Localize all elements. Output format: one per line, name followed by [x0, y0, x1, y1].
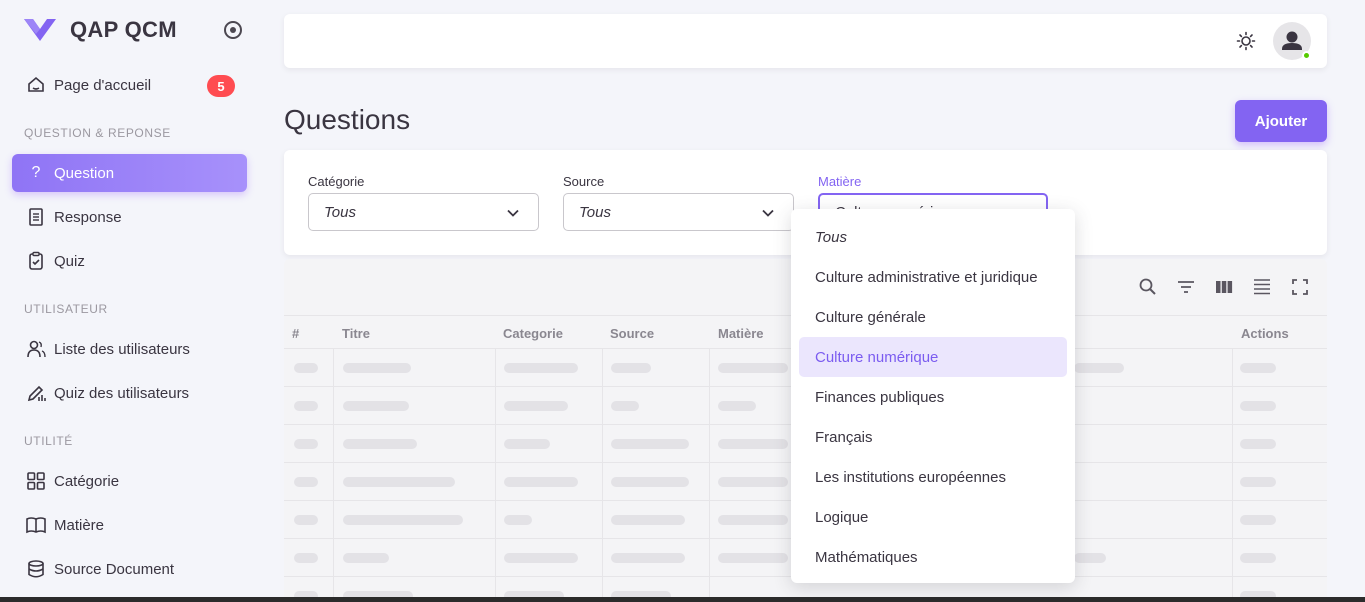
category-select[interactable]: Tous — [308, 193, 539, 231]
dropdown-option-tous[interactable]: Tous — [791, 217, 1067, 257]
sidebar-item-label: Quiz — [54, 252, 85, 270]
fullscreen-icon[interactable] — [1290, 277, 1310, 297]
clipboard-check-icon — [26, 251, 46, 271]
column-header-source[interactable]: Source — [610, 326, 654, 341]
category-filter-label: Catégorie — [308, 174, 365, 189]
sun-icon[interactable] — [1236, 31, 1256, 51]
pencil-chart-icon — [26, 383, 46, 403]
section-title-question-reponse: QUESTION & REPONSE — [24, 126, 171, 140]
sidebar-item-label: Catégorie — [54, 472, 120, 490]
source-select-value: Tous — [579, 203, 611, 221]
subject-dropdown-menu: Tous Culture administrative et juridique… — [791, 209, 1075, 583]
sidebar-item-users-list[interactable]: Liste des utilisateurs — [12, 330, 247, 368]
sidebar-item-users-quiz[interactable]: Quiz des utilisateurs — [12, 374, 247, 412]
category-select-value: Tous — [324, 203, 356, 221]
top-navbar — [284, 14, 1327, 68]
sidebar-collapse-toggle[interactable] — [224, 21, 242, 39]
brand[interactable]: QAP QCM — [22, 16, 177, 44]
section-title-utilite: UTILITÉ — [24, 434, 73, 448]
sidebar-item-source-document[interactable]: Source Document — [12, 550, 247, 588]
search-icon[interactable] — [1138, 277, 1158, 297]
dropdown-option-culture-generale[interactable]: Culture générale — [791, 297, 1067, 337]
chevron-down-icon — [507, 209, 519, 217]
column-header-index[interactable]: # — [292, 326, 299, 341]
sidebar-item-question[interactable]: ? Question — [12, 154, 247, 192]
column-header-subject[interactable]: Matière — [718, 326, 764, 341]
users-icon — [26, 339, 46, 359]
dropdown-option-logique[interactable]: Logique — [791, 497, 1067, 537]
sidebar-item-label: Source Document — [54, 560, 175, 578]
chevron-down-icon — [762, 209, 774, 217]
columns-icon[interactable] — [1214, 277, 1234, 297]
grid-icon — [26, 471, 46, 491]
sidebar-item-label: Question — [54, 164, 115, 182]
page-title: Questions — [284, 104, 411, 135]
dropdown-option-francais[interactable]: Français — [791, 417, 1067, 457]
brand-name: QAP QCM — [70, 17, 177, 42]
source-select[interactable]: Tous — [563, 193, 794, 231]
filter-icon[interactable] — [1176, 277, 1196, 297]
dropdown-option-culture-administrative[interactable]: Culture administrative et juridique — [791, 257, 1067, 297]
section-title-utilisateur: UTILISATEUR — [24, 302, 108, 316]
sidebar: QAP QCM Page d'accueil 5 QUESTION & REPO… — [0, 0, 260, 602]
sidebar-item-category[interactable]: Catégorie — [12, 462, 247, 500]
sidebar-item-label: Page d'accueil — [54, 76, 152, 94]
receipt-icon — [26, 207, 46, 227]
taskbar-edge — [0, 597, 1365, 602]
sidebar-item-response[interactable]: Response — [12, 198, 247, 236]
home-icon — [26, 75, 46, 95]
dropdown-option-finances-publiques[interactable]: Finances publiques — [791, 377, 1067, 417]
sidebar-item-label: Response — [54, 208, 122, 226]
column-header-title[interactable]: Titre — [342, 326, 370, 341]
source-filter-label: Source — [563, 174, 605, 189]
question-icon: ? — [31, 164, 41, 181]
density-icon[interactable] — [1252, 277, 1272, 297]
dropdown-option-mathematiques[interactable]: Mathématiques — [791, 537, 1067, 577]
sidebar-item-quiz[interactable]: Quiz — [12, 242, 247, 280]
sidebar-item-label: Quiz des utilisateurs — [54, 384, 190, 402]
add-button[interactable]: Ajouter — [1235, 100, 1327, 142]
sidebar-item-home[interactable]: Page d'accueil 5 — [12, 66, 247, 104]
sidebar-item-label: Matière — [54, 516, 105, 534]
logo-icon — [24, 19, 56, 41]
dropdown-option-institutions-europeennes[interactable]: Les institutions européennes — [791, 457, 1067, 497]
subject-filter-label: Matière — [818, 174, 862, 189]
book-icon — [26, 515, 46, 535]
database-icon — [26, 559, 46, 579]
column-header-category[interactable]: Categorie — [503, 326, 563, 341]
dropdown-option-culture-numerique[interactable]: Culture numérique — [799, 337, 1067, 377]
online-status-dot — [1302, 51, 1311, 60]
column-header-actions[interactable]: Actions — [1241, 326, 1289, 341]
notification-badge: 5 — [207, 75, 235, 97]
sidebar-item-label: Liste des utilisateurs — [54, 340, 190, 358]
sidebar-item-subject[interactable]: Matière — [12, 506, 247, 544]
